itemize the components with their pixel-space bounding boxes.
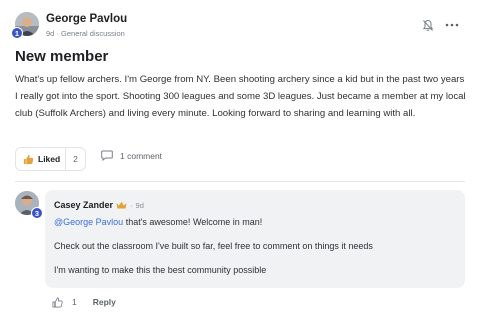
comment-author-row: Casey Zander · 9d [54, 200, 144, 210]
like-group: Liked 2 [15, 147, 86, 171]
level-badge: 1 [11, 27, 23, 39]
comment-time: 9d [135, 200, 144, 210]
mention-link[interactable]: @George Pavlou [54, 217, 123, 227]
comment-separator: · [130, 200, 133, 210]
commenter-level-badge: 3 [31, 207, 43, 219]
comment-bubble: Casey Zander · 9d @George Pavlou that's … [45, 190, 465, 288]
comment-button[interactable]: 1 comment [101, 150, 162, 161]
like-button[interactable]: Liked [16, 148, 66, 170]
comment-line-1: @George Pavlou that's awesome! Welcome i… [54, 217, 262, 227]
post-time: 9d [46, 29, 55, 38]
comment-line-2: Check out the classroom I've built so fa… [54, 241, 373, 251]
crown-icon [116, 201, 127, 209]
comment-bubble-icon [101, 150, 113, 161]
comment-line-3: I'm wanting to make this the best commun… [54, 265, 267, 275]
divider [15, 181, 465, 182]
reply-button[interactable]: Reply [93, 297, 116, 307]
more-dots-icon[interactable] [443, 16, 461, 34]
comment-like-count[interactable]: 1 [72, 297, 77, 307]
bell-mute-icon[interactable] [419, 16, 437, 34]
author-name[interactable]: George Pavlou [46, 13, 127, 25]
comment-actions: 1 Reply [52, 295, 116, 309]
like-label: Liked [38, 154, 61, 164]
thumbs-up-icon [23, 154, 34, 164]
post-body: What's up fellow archers. I'm George fro… [15, 74, 466, 119]
comment-count-label: 1 comment [120, 150, 163, 161]
post-title: New member [15, 48, 109, 65]
thumbs-up-icon[interactable] [52, 297, 63, 308]
meta-separator: · [56, 29, 59, 38]
like-count[interactable]: 2 [66, 148, 85, 170]
post-meta: 9d · General discussion [46, 29, 125, 38]
post-category[interactable]: General discussion [61, 29, 125, 38]
comment-author[interactable]: Casey Zander [54, 200, 113, 210]
comment-text-1: that's awesome! Welcome in man! [123, 217, 263, 227]
post-header: 1 George Pavlou 9d · General discussion [11, 12, 465, 42]
